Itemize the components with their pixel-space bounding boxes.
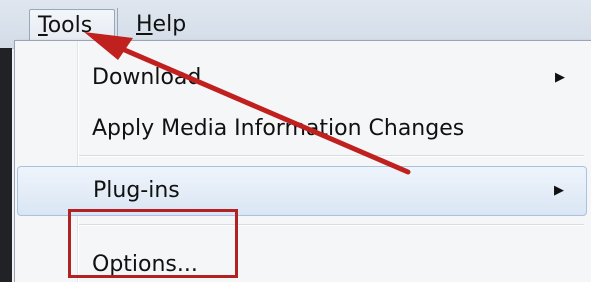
tools-accelerator: T <box>38 13 48 38</box>
menu-item-download[interactable]: Download ▶ <box>17 56 587 100</box>
screenshot-stage: Tools Help Download ▶ Apply Media Inform… <box>0 0 591 282</box>
background-window-edge <box>0 48 12 282</box>
tools-label: ools <box>47 13 93 38</box>
menu-help[interactable]: Help <box>128 9 194 40</box>
help-accelerator: H <box>136 12 153 37</box>
submenu-arrow-icon: ▶ <box>554 183 564 198</box>
menu-item-apply-media-information-changes[interactable]: Apply Media Information Changes <box>17 107 587 151</box>
options-highlight-box <box>68 209 238 278</box>
menu-bar-separator <box>117 8 118 42</box>
help-label: elp <box>152 12 187 37</box>
menu-item-label: Plug-ins <box>93 178 180 203</box>
menu-item-label: Apply Media Information Changes <box>92 116 465 141</box>
menu-item-label: Download <box>92 65 202 90</box>
submenu-arrow-icon: ▶ <box>555 70 565 85</box>
menu-separator <box>79 155 584 157</box>
menu-tools[interactable]: Tools <box>29 9 115 41</box>
